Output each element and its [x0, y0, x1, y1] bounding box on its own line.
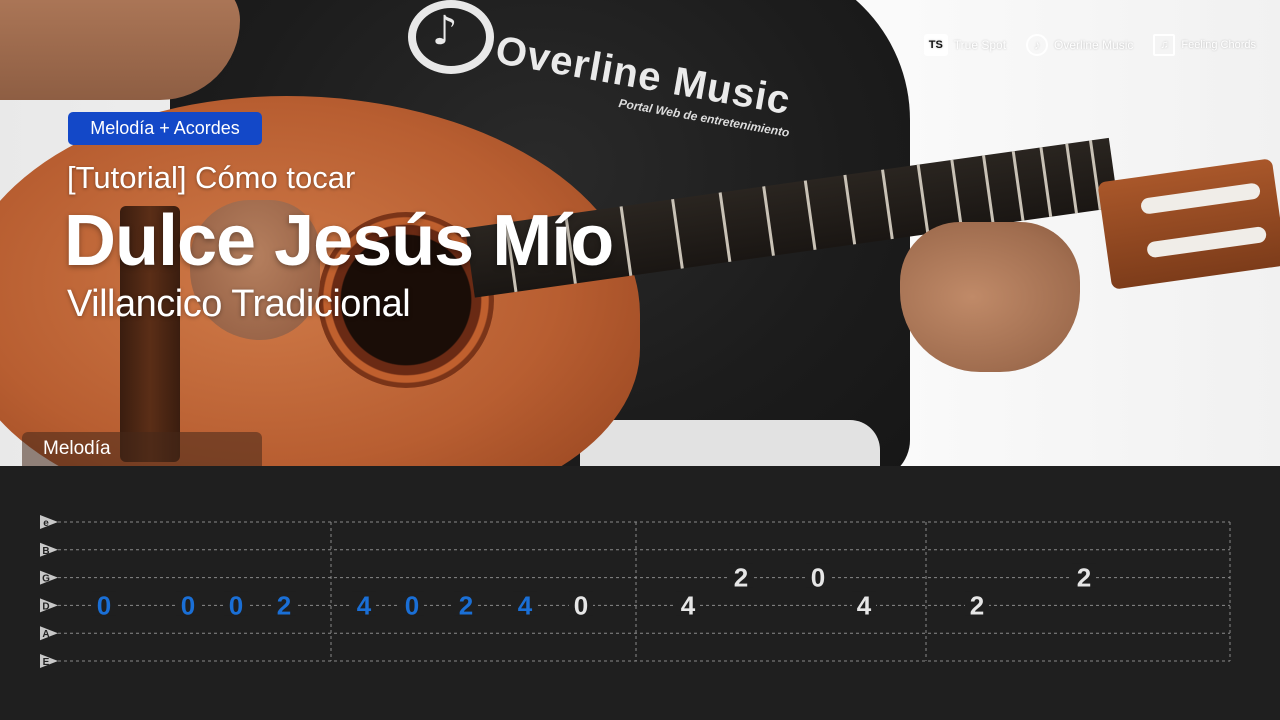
tab-string-label: E: [43, 657, 50, 668]
tab-note: 0: [97, 590, 111, 620]
tab-note: 0: [181, 590, 195, 620]
tab-note: 0: [405, 590, 419, 620]
neck-fret: [916, 164, 930, 235]
neck-fret: [1065, 143, 1078, 214]
shirt-note-icon: ♪: [432, 8, 458, 54]
guitar-headstock: [1097, 158, 1280, 290]
neck-fret: [1011, 151, 1025, 221]
neck-fret: [843, 174, 857, 245]
mode-badge: Melodía + Acordes: [68, 112, 262, 145]
tablature-panel: e B G D A E 0 0 0 2 4 0 2 4 0 4 2 0 4 2 2: [0, 466, 1280, 720]
brand-label: True Spot: [953, 38, 1007, 52]
neck-fret: [982, 155, 995, 226]
tab-note: 0: [811, 563, 825, 593]
music-note-icon: ♪: [1026, 34, 1049, 56]
headstock-slot: [1140, 182, 1262, 215]
brand-overline-music: ♪ Overline Music: [1026, 34, 1133, 56]
true-spot-icon: TS: [923, 34, 948, 56]
headstock-slot: [1146, 225, 1268, 259]
tab-note: 0: [229, 590, 243, 620]
song-title: Dulce Jesús Mío: [64, 201, 614, 281]
brand-feeling-chords: ♫ Feeling Chords: [1153, 34, 1256, 56]
tab-note: 4: [857, 590, 872, 620]
neck-fret: [881, 169, 894, 240]
neck-fret: [619, 206, 633, 276]
video-frame: ♪ Overline Music Portal Web de entreteni…: [0, 0, 1280, 466]
neck-fret: [671, 198, 684, 269]
tab-note: 2: [277, 590, 291, 620]
neck-fret: [803, 180, 817, 251]
section-label: Melodía: [22, 432, 262, 466]
tab-note: 4: [681, 590, 696, 620]
tablature-staff: e B G D A E 0 0 0 2 4 0 2 4 0 4 2 0 4 2 2: [40, 515, 1231, 668]
pre-title: [Tutorial] Cómo tocar: [67, 160, 356, 195]
tab-note: 2: [734, 563, 748, 593]
book-icon: ♫: [1153, 34, 1176, 56]
brand-label: Feeling Chords: [1181, 38, 1256, 51]
tab-string-label: A: [42, 629, 49, 640]
brand-label: Overline Music: [1054, 38, 1134, 52]
tab-note: 0: [574, 590, 588, 620]
tab-string-label: D: [42, 601, 49, 612]
neck-fret: [762, 186, 775, 256]
player-arm: [0, 0, 240, 100]
tab-note: 2: [970, 590, 984, 620]
tab-note: 4: [518, 590, 533, 620]
neck-fret: [950, 159, 964, 230]
neck-fret: [718, 192, 732, 263]
tab-note: 2: [1077, 563, 1091, 593]
neck-fret: [1039, 147, 1053, 217]
song-subtitle: Villancico Tradicional: [67, 283, 411, 325]
tab-note: 4: [357, 590, 372, 620]
player-pants: [580, 420, 880, 466]
fretting-hand: [900, 222, 1080, 372]
tab-string-label: B: [42, 546, 49, 557]
brand-logos: TS True Spot ♪ Overline Music ♫ Feeling …: [923, 34, 1256, 56]
tab-string-label: e: [43, 518, 49, 529]
brand-true-spot: TS True Spot: [923, 34, 1007, 56]
tab-string-label: G: [42, 574, 50, 585]
tab-note: 2: [459, 590, 473, 620]
